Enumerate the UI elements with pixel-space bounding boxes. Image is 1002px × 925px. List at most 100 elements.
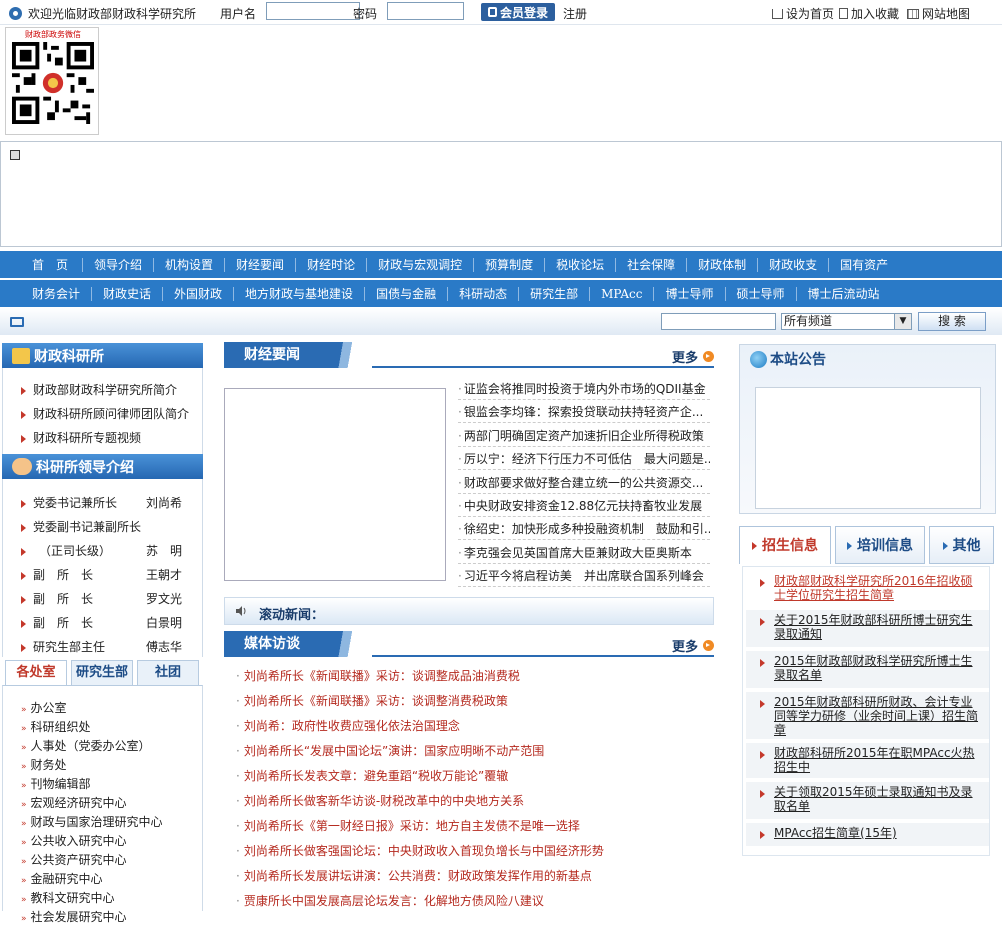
username-input[interactable] (266, 2, 360, 20)
tab-training-label: 培训信息 (857, 538, 913, 554)
set-home-link[interactable]: 设为首页 (772, 5, 834, 22)
department-link[interactable]: » 金融研究中心 (21, 870, 103, 887)
nav-item[interactable]: 博士导师 (653, 286, 724, 301)
leader-row[interactable]: 党委副书记兼副所长 (21, 518, 196, 535)
admission-item[interactable]: 2015年财政部财政科学研究所博士生录取名单 (746, 651, 989, 689)
nav-item[interactable]: 国有资产 (828, 257, 899, 272)
department-link[interactable]: » 财政与国家治理研究中心 (21, 813, 163, 830)
department-link[interactable]: » 教科文研究中心 (21, 889, 115, 906)
media-item[interactable]: 刘尚希所长《新闻联播》采访：谈调整消费税政策 (236, 692, 508, 709)
search-button[interactable]: 搜 索 (918, 312, 986, 331)
institute-link[interactable]: 财政部财政科学研究所简介 (21, 381, 177, 398)
leader-row[interactable]: 副 所 长 罗文光 (21, 590, 196, 607)
nav-item[interactable]: 财政收支 (757, 257, 828, 272)
add-favorite-link[interactable]: 加入收藏 (839, 5, 899, 22)
media-item[interactable]: 刘尚希所长做客强国论坛：中央财政收入首现负增长与中国经济形势 (236, 842, 604, 859)
leader-title: 副 所 长 (33, 616, 94, 630)
tab-graduate-school[interactable]: 研究生部 (71, 660, 133, 685)
nav-item[interactable]: 财政史话 (91, 286, 162, 301)
nav-item[interactable]: 机构设置 (153, 257, 224, 272)
nav-item[interactable]: 财经要闻 (224, 257, 295, 272)
news-item[interactable]: 银监会李均锋：探索投贷联动扶持轻资产企... (458, 401, 710, 424)
department-link[interactable]: » 科研组织处 (21, 718, 91, 735)
news-item[interactable]: 财政部要求做好整合建立统一的公共资源交... (458, 472, 710, 494)
tab-training[interactable]: 培训信息 (835, 526, 925, 564)
admission-item[interactable]: 财政部财政科学研究所2016年招收硕士学位研究生招生简章 (746, 571, 989, 607)
password-label: 密码 (353, 7, 378, 21)
tab-other[interactable]: 其他 (929, 526, 994, 564)
institute-link[interactable]: 财政科研所专题视频 (21, 429, 141, 446)
department-link[interactable]: » 公共资产研究中心 (21, 851, 127, 868)
nav-item[interactable]: 博士后流动站 (795, 286, 891, 301)
leader-row[interactable]: （正司长级） 苏 明 (21, 542, 196, 559)
media-more-link[interactable]: 更多 (672, 636, 714, 655)
department-link[interactable]: » 宏观经济研究中心 (21, 794, 127, 811)
leader-row[interactable]: 副 所 长 王朝才 (21, 566, 196, 583)
news-photo[interactable] (224, 388, 446, 581)
nav-item[interactable]: 科研动态 (447, 286, 518, 301)
news-item[interactable]: 中央财政安排资金12.88亿元扶持畜牧业发展 (458, 495, 710, 517)
nav-item[interactable]: 外国财政 (162, 286, 233, 301)
nav-item[interactable]: 财政体制 (686, 257, 757, 272)
news-item[interactable]: 习近平今将启程访美 并出席联合国系列峰会 (458, 565, 710, 588)
media-item[interactable]: 刘尚希：政府性收费应强化依法治国理念 (236, 717, 460, 734)
media-item[interactable]: 刘尚希所长《新闻联播》采访：谈调整成品油消费税 (236, 667, 520, 684)
media-item[interactable]: 刘尚希所长发展讲坛讲演：公共消费：财政政策发挥作用的新基点 (236, 867, 592, 884)
nav-item[interactable]: 研究生部 (518, 286, 589, 301)
nav-item[interactable]: MPAcc (589, 286, 653, 301)
login-button[interactable]: 会员登录 (481, 3, 555, 21)
department-link[interactable]: » 公共收入研究中心 (21, 832, 127, 849)
tab-other-label: 其他 (952, 538, 981, 554)
tab-departments[interactable]: 各处室 (5, 660, 67, 685)
channel-select[interactable]: 所有频道 ▼ (781, 313, 912, 330)
nav-item[interactable]: 财务会计 (0, 287, 91, 301)
globe-icon (750, 350, 767, 368)
institute-link[interactable]: 财政科研所顾问律师团队简介 (21, 405, 189, 422)
nav-item[interactable]: 财政与宏观调控 (366, 257, 473, 272)
nav-item[interactable]: 社会保障 (615, 257, 686, 272)
admission-item[interactable]: 关于领取2015年硕士录取通知书及录取名单 (746, 782, 989, 820)
department-link[interactable]: » 人事处（党委办公室） (21, 737, 151, 754)
wechat-qr-block: 财政部政务微信 (5, 27, 99, 135)
leader-row[interactable]: 研究生部主任 傅志华 (21, 638, 196, 655)
media-item[interactable]: 贾康所长中国发展高层论坛发言：化解地方债风险八建议 (236, 892, 544, 909)
department-label: 公共资产研究中心 (30, 853, 127, 867)
nav-item[interactable]: 税收论坛 (544, 257, 615, 272)
tab-admissions[interactable]: 招生信息 (739, 526, 831, 564)
password-input[interactable] (387, 2, 464, 20)
department-link[interactable]: » 办公室 (21, 699, 67, 716)
news-item[interactable]: 厉以宁：经济下行压力不可低估 最大问题是... (458, 448, 710, 471)
search-input[interactable] (661, 313, 776, 330)
news-item[interactable]: 李克强会见英国首席大臣兼财政大臣奥斯本 (458, 542, 710, 564)
register-link[interactable]: 注册 (563, 5, 587, 22)
leader-row[interactable]: 党委书记兼所长 刘尚希 (21, 494, 196, 511)
admission-item[interactable]: 关于2015年财政部科研所博士研究生录取通知 (746, 610, 989, 648)
media-item[interactable]: 刘尚希所长“发展中国论坛”演讲：国家应明晰不动产范围 (236, 742, 544, 759)
nav-item[interactable]: 地方财政与基地建设 (233, 286, 364, 301)
tab-associations[interactable]: 社团 (137, 660, 199, 685)
arrow-circle-icon (703, 640, 714, 651)
finance-news-more-link[interactable]: 更多 (672, 347, 714, 366)
nav-item[interactable]: 领导介绍 (82, 257, 153, 272)
nav-item[interactable]: 硕士导师 (724, 286, 796, 301)
leader-row[interactable]: 副 所 长 白景明 (21, 614, 196, 631)
media-item[interactable]: 刘尚希所长发表文章：避免重蹈“税收万能论”覆辙 (236, 767, 508, 784)
chevron-down-icon[interactable]: ▼ (894, 314, 911, 329)
admission-item[interactable]: 2015年财政部科研所财政、会计专业同等学力研修（业余时间上课）招生简章 (746, 692, 989, 740)
nav-item[interactable]: 财经时论 (295, 257, 366, 272)
media-item[interactable]: 刘尚希所长《第一财经日报》采访：地方自主发债不是唯一选择 (236, 817, 580, 834)
news-item[interactable]: 徐绍史：加快形成多种投融资机制 鼓励和引... (458, 518, 710, 541)
nav-item[interactable]: 首 页 (0, 258, 82, 272)
nav-item[interactable]: 国债与金融 (364, 286, 447, 301)
admission-item[interactable]: MPAcc招生简章(15年) (746, 823, 989, 847)
news-item[interactable]: 两部门明确固定资产加速折旧企业所得税政策 (458, 425, 710, 447)
department-link[interactable]: » 财务处 (21, 756, 67, 773)
welcome-text: 欢迎光临财政部财政科学研究所 (28, 7, 197, 21)
media-item[interactable]: 刘尚希所长做客新华访谈-财税改革中的中央地方关系 (236, 792, 524, 809)
department-link[interactable]: » 刊物编辑部 (21, 775, 91, 792)
admission-item[interactable]: 财政部科研所2015年在职MPAcc火热招生中 (746, 743, 989, 779)
section-institute-header: 财政科研所 (2, 343, 203, 368)
news-item[interactable]: 证监会将推同时投资于境内外市场的QDII基金 (458, 378, 710, 400)
nav-item[interactable]: 预算制度 (473, 257, 544, 272)
sitemap-link[interactable]: 网站地图 (907, 5, 970, 22)
